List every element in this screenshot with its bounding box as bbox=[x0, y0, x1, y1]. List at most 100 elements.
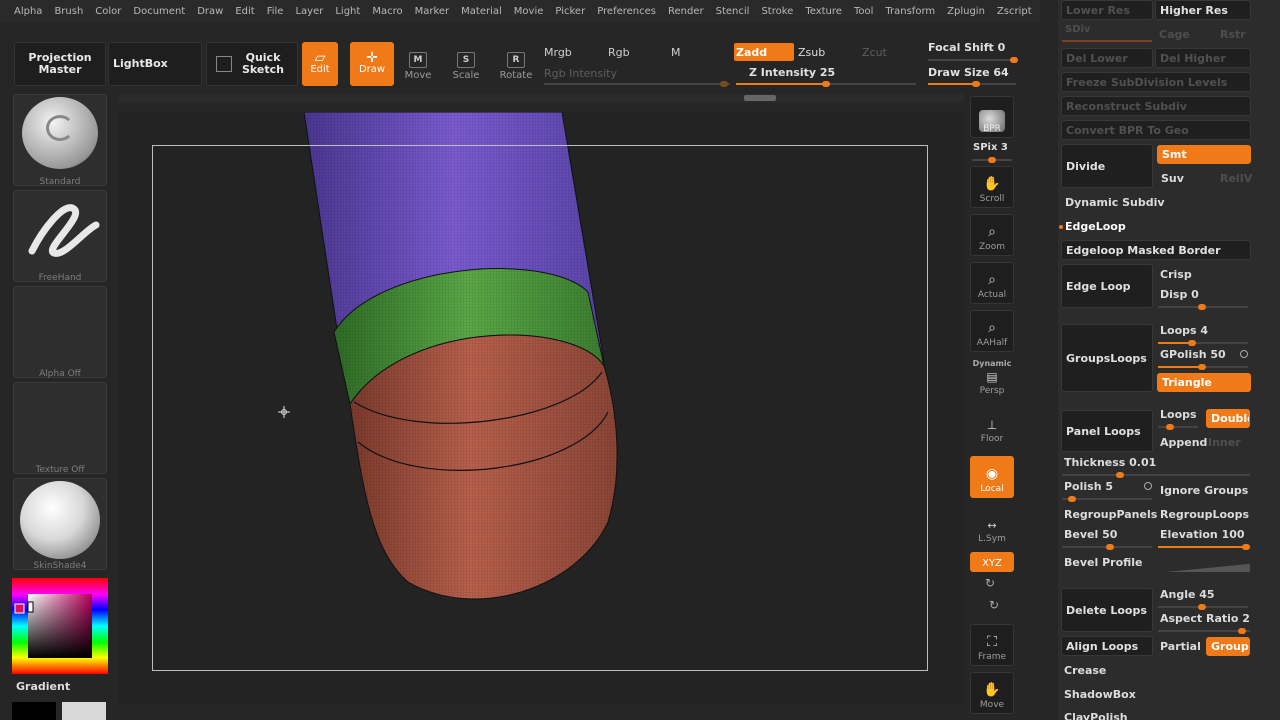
aahalf-button[interactable]: ⌕ AAHalf bbox=[970, 310, 1014, 352]
elevation-track[interactable] bbox=[1158, 544, 1250, 550]
gpolish-slider[interactable]: GPolish 50 bbox=[1160, 348, 1226, 361]
del-higher-button[interactable]: Del Higher bbox=[1155, 48, 1251, 68]
focal-shift-slider[interactable]: Focal Shift 0 bbox=[928, 41, 1005, 54]
draw-size-slider[interactable]: Draw Size 64 bbox=[928, 66, 1009, 79]
panel-loops-slider[interactable]: Loops bbox=[1160, 408, 1197, 421]
menu-file[interactable]: File bbox=[261, 6, 290, 17]
higher-res-button[interactable]: Higher Res bbox=[1155, 0, 1251, 20]
thickness-slider[interactable]: Thickness 0.01 bbox=[1064, 456, 1156, 469]
stroke-thumbnail[interactable]: FreeHand bbox=[13, 190, 107, 283]
bevel-slider[interactable]: Bevel 50 bbox=[1064, 528, 1117, 541]
zoom-button[interactable]: ⌕ Zoom bbox=[970, 214, 1014, 256]
local-button[interactable]: ◉ Local bbox=[970, 456, 1014, 498]
menu-edit[interactable]: Edit bbox=[229, 6, 260, 17]
regroup-panels-toggle[interactable]: RegroupPanels bbox=[1064, 508, 1157, 521]
material-thumbnail[interactable]: SkinShade4 bbox=[13, 478, 107, 571]
menu-preferences[interactable]: Preferences bbox=[591, 6, 662, 17]
groupsloops-button[interactable]: GroupsLoops bbox=[1061, 324, 1153, 392]
align-loops-button[interactable]: Align Loops bbox=[1061, 636, 1153, 656]
aspect-ratio-track[interactable] bbox=[1158, 628, 1250, 634]
edgeloop-masked-border-button[interactable]: Edgeloop Masked Border bbox=[1061, 240, 1251, 260]
primary-color-swatch[interactable] bbox=[12, 702, 56, 720]
suv-toggle[interactable]: Suv bbox=[1161, 172, 1184, 185]
reluv-button[interactable]: RelIV bbox=[1220, 172, 1252, 185]
actual-button[interactable]: ⌕ Actual bbox=[970, 262, 1014, 304]
thickness-track[interactable] bbox=[1062, 472, 1250, 478]
bevel-track[interactable] bbox=[1062, 544, 1152, 550]
shadowbox-header[interactable]: ShadowBox bbox=[1064, 688, 1136, 701]
canvas-scrollbar[interactable] bbox=[118, 94, 964, 102]
polish-slider[interactable]: Polish 5 bbox=[1064, 480, 1113, 493]
aspect-ratio-slider[interactable]: Aspect Ratio 25 bbox=[1160, 612, 1250, 625]
disp-track[interactable] bbox=[1158, 304, 1248, 310]
texture-thumbnail[interactable]: Texture Off bbox=[13, 382, 107, 475]
polish-track[interactable] bbox=[1062, 496, 1152, 502]
menu-light[interactable]: Light bbox=[329, 6, 366, 17]
alpha-thumbnail[interactable]: Alpha Off bbox=[13, 286, 107, 379]
lsym-button[interactable]: ↔ L.Sym bbox=[970, 506, 1014, 548]
menu-alpha[interactable]: Alpha bbox=[8, 6, 48, 17]
menu-zplugin[interactable]: Zplugin bbox=[941, 6, 991, 17]
scrollbar-thumb[interactable] bbox=[744, 95, 776, 101]
delete-loops-button[interactable]: Delete Loops bbox=[1061, 588, 1153, 632]
mrgb-button[interactable]: Mrgb bbox=[544, 46, 572, 59]
brush-thumbnail[interactable]: Standard bbox=[13, 94, 107, 187]
draw-size-track[interactable] bbox=[928, 81, 1016, 87]
ignore-groups-toggle[interactable]: Ignore Groups bbox=[1160, 484, 1248, 497]
persp-button[interactable]: Dynamic ▤ Persp bbox=[970, 358, 1014, 400]
gradient-label[interactable]: Gradient bbox=[16, 680, 70, 693]
panel-loops-button[interactable]: Panel Loops bbox=[1061, 410, 1153, 452]
reconstruct-subdiv-button[interactable]: Reconstruct Subdiv bbox=[1061, 96, 1251, 116]
rgb-intensity-track[interactable] bbox=[544, 81, 730, 87]
disp-slider[interactable]: Disp 0 bbox=[1160, 288, 1199, 301]
freeze-subdivision-button[interactable]: Freeze SubDivision Levels bbox=[1061, 72, 1251, 92]
inner-toggle[interactable]: Inner bbox=[1208, 436, 1241, 449]
loops-track[interactable] bbox=[1158, 340, 1248, 346]
angle-slider[interactable]: Angle 45 bbox=[1160, 588, 1215, 601]
menu-tool[interactable]: Tool bbox=[848, 6, 879, 17]
rotate-button[interactable]: R Rotate bbox=[500, 52, 532, 81]
color-picker[interactable] bbox=[12, 578, 108, 674]
menu-brush[interactable]: Brush bbox=[48, 6, 89, 17]
convert-bpr-button[interactable]: Convert BPR To Geo bbox=[1061, 120, 1251, 140]
menu-marker[interactable]: Marker bbox=[409, 6, 456, 17]
lightbox-button[interactable]: LightBox bbox=[108, 42, 202, 86]
menu-color[interactable]: Color bbox=[89, 6, 127, 17]
edgeloop-header[interactable]: EdgeLoop bbox=[1065, 220, 1126, 233]
zadd-button[interactable]: Zadd bbox=[734, 43, 794, 61]
del-lower-button[interactable]: Del Lower bbox=[1061, 48, 1153, 68]
menu-material[interactable]: Material bbox=[455, 6, 508, 17]
scroll-button[interactable]: ✋ Scroll bbox=[970, 166, 1014, 208]
floor-button[interactable]: ⊥ Floor bbox=[970, 406, 1014, 448]
projection-master-button[interactable]: Projection Master bbox=[14, 42, 106, 86]
rstr-button[interactable]: Rstr bbox=[1220, 28, 1246, 41]
bevel-profile-header[interactable]: Bevel Profile bbox=[1064, 556, 1143, 569]
menu-macro[interactable]: Macro bbox=[366, 6, 408, 17]
menu-draw[interactable]: Draw bbox=[191, 6, 229, 17]
spix-slider[interactable]: SPix 3 bbox=[973, 142, 1008, 153]
secondary-color-swatch[interactable] bbox=[62, 702, 106, 720]
xyz-button[interactable]: XYZ bbox=[970, 552, 1014, 572]
menu-stencil[interactable]: Stencil bbox=[710, 6, 756, 17]
bpr-button[interactable]: BPR bbox=[970, 96, 1014, 138]
dynamic-subdiv-header[interactable]: Dynamic Subdiv bbox=[1065, 196, 1165, 209]
draw-button[interactable]: ✛ Draw bbox=[350, 42, 394, 86]
cage-button[interactable]: Cage bbox=[1159, 28, 1190, 41]
edit-button[interactable]: ▱ Edit bbox=[302, 42, 338, 86]
triangle-toggle[interactable]: Triangle bbox=[1157, 373, 1251, 392]
spix-track[interactable] bbox=[972, 157, 1012, 163]
lower-res-button[interactable]: Lower Res bbox=[1061, 0, 1153, 20]
gpolish-track[interactable] bbox=[1158, 364, 1248, 370]
zcut-button[interactable]: Zcut bbox=[862, 46, 887, 59]
focal-shift-track[interactable] bbox=[928, 57, 1018, 63]
move-view-button[interactable]: ✋ Move bbox=[970, 672, 1014, 714]
menu-texture[interactable]: Texture bbox=[799, 6, 848, 17]
m-button[interactable]: M bbox=[671, 46, 681, 59]
menu-zscript[interactable]: Zscript bbox=[991, 6, 1038, 17]
frame-button[interactable]: ⛶ Frame bbox=[970, 624, 1014, 666]
menu-movie[interactable]: Movie bbox=[508, 6, 550, 17]
rgb-button[interactable]: Rgb bbox=[608, 46, 630, 59]
double-toggle[interactable]: Double bbox=[1206, 409, 1250, 428]
menu-layer[interactable]: Layer bbox=[289, 6, 329, 17]
regroup-loops-toggle[interactable]: RegroupLoops bbox=[1160, 508, 1249, 521]
